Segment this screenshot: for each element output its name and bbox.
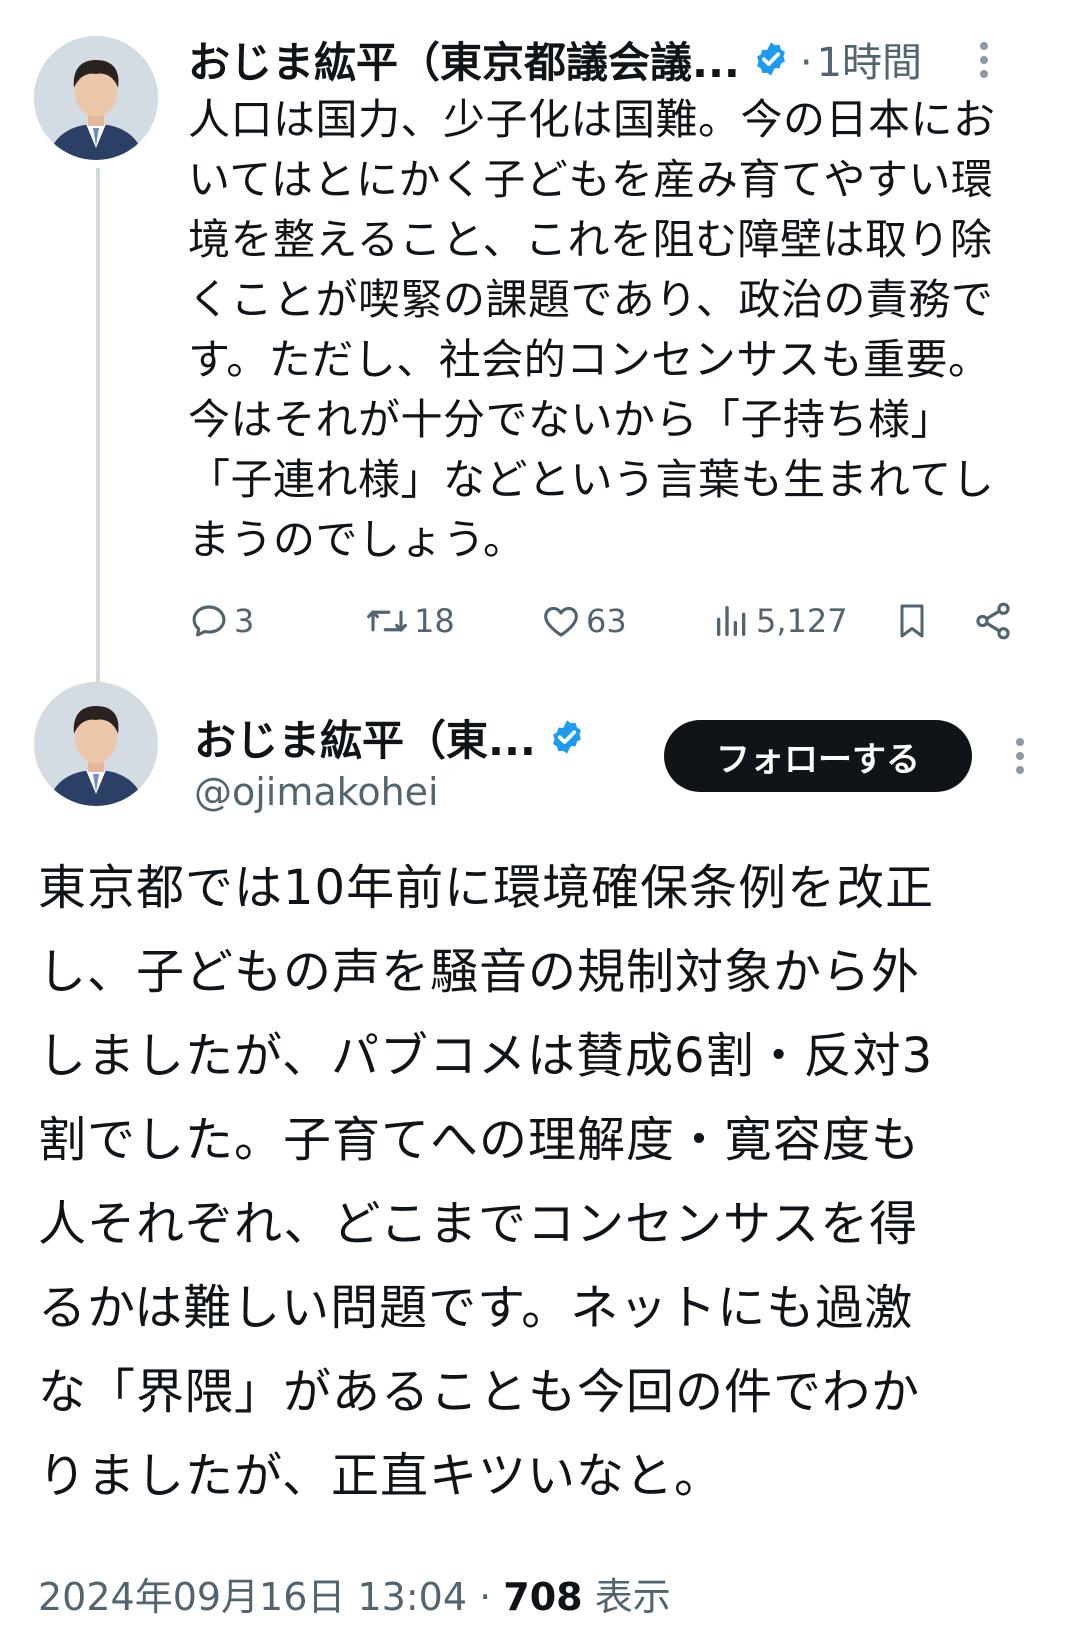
view-label: 表示 <box>594 1575 671 1619</box>
retweet-icon <box>367 610 407 632</box>
verified-badge-icon <box>548 718 586 763</box>
author-name[interactable]: おじま紘平（東... <box>194 719 536 762</box>
author-handle[interactable]: @ojimakohei <box>194 770 439 814</box>
share-icon <box>976 602 1010 640</box>
view-count: 708 <box>503 1575 583 1619</box>
tweet-timestamp[interactable]: 2024年09月16日 13:04 <box>38 1575 467 1619</box>
tweet-actions: 3 18 63 5,127 <box>188 596 1038 646</box>
retweet-button[interactable]: 18 <box>364 600 540 642</box>
reply-icon <box>192 605 226 637</box>
bookmark-icon <box>900 604 924 638</box>
views-chart-icon <box>717 606 746 636</box>
follow-button[interactable]: フォローする <box>664 720 972 792</box>
author-name[interactable]: おじま紘平（東京都議会議... <box>188 41 740 84</box>
views-button[interactable]: 5,127 <box>712 600 892 642</box>
tweet-separator: · <box>799 39 813 86</box>
like-count: 63 <box>586 602 627 640</box>
more-options-icon[interactable] <box>1000 726 1040 786</box>
avatar[interactable] <box>34 36 158 160</box>
avatar[interactable] <box>34 682 158 806</box>
view-count: 5,127 <box>756 602 848 640</box>
tweet-time[interactable]: 1時間 <box>817 43 922 83</box>
tweet-meta: 2024年09月16日 13:04 · 708 表示 <box>38 1566 671 1621</box>
thread-line <box>96 168 100 700</box>
like-button[interactable]: 63 <box>540 600 712 642</box>
verified-badge-icon <box>752 40 790 85</box>
bookmark-button[interactable] <box>892 599 972 643</box>
reply-button[interactable]: 3 <box>188 600 364 642</box>
reply-count: 3 <box>234 602 255 640</box>
more-options-icon[interactable] <box>964 30 1004 90</box>
tweet-text: 東京都では10年前に環境確保条例を改正 し、子どもの声を騒音の規制対象から外 し… <box>38 860 935 1504</box>
tweet1-header: おじま紘平（東京都議会議... · 1時間 <box>188 40 922 85</box>
share-button[interactable] <box>972 600 1014 642</box>
heart-icon <box>544 606 578 637</box>
tweet-text: 人口は国力、少子化は国難。今の日本にお いてはとにかく子どもを産み育てやすい環 … <box>188 95 996 564</box>
meta-separator: · <box>479 1575 492 1619</box>
retweet-count: 18 <box>414 602 455 640</box>
tweet2-header: おじま紘平（東... <box>194 718 586 763</box>
